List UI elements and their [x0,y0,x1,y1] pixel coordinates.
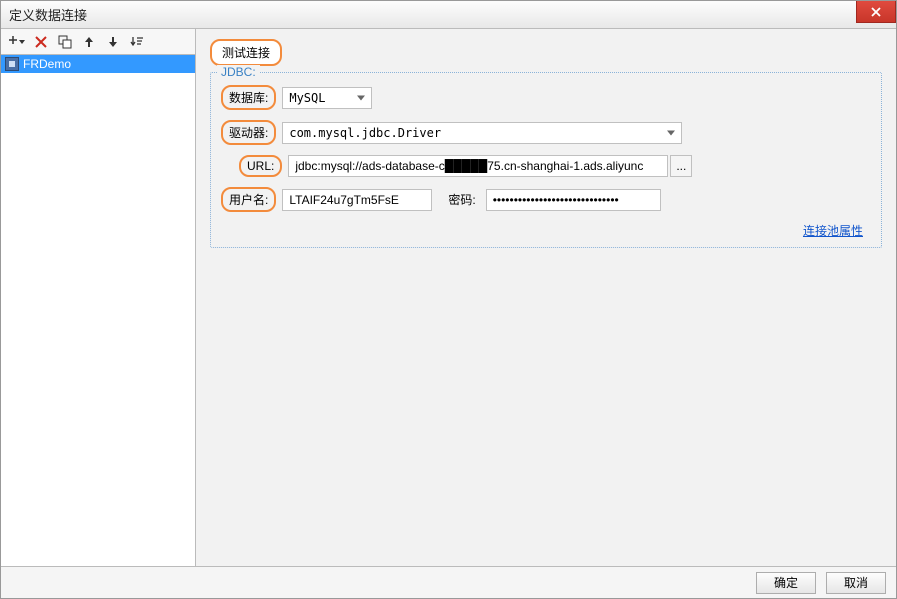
jdbc-panel: JDBC: 数据库: MySQL 驱动器: com.mysql.jdbc.Dri… [210,72,882,248]
close-button[interactable] [856,1,896,23]
add-dropdown-button[interactable] [5,31,29,53]
driver-label: 驱动器: [221,120,276,145]
sort-button[interactable] [125,31,149,53]
move-up-button[interactable] [77,31,101,53]
connection-tree[interactable]: FRDemo [1,55,195,566]
ok-button[interactable]: 确定 [756,572,816,594]
password-label: 密码: [444,189,479,210]
row-pool-link: 连接池属性 [221,222,871,239]
dialog-body: FRDemo 测试连接 JDBC: 数据库: MySQL 驱动器: com.my… [1,29,896,566]
dialog-window: 定义数据连接 [0,0,897,599]
url-more-button[interactable]: ... [670,155,692,177]
driver-value: com.mysql.jdbc.Driver [289,126,441,140]
window-title: 定义数据连接 [9,5,87,24]
jdbc-section-label: JDBC: [217,65,260,79]
dialog-footer: 确定 取消 [1,566,896,598]
row-url: URL: ... [221,155,871,177]
connection-pool-link[interactable]: 连接池属性 [803,224,863,238]
sidebar-toolbar [1,29,195,55]
url-label: URL: [239,155,282,177]
row-database: 数据库: MySQL [221,85,871,110]
database-select[interactable]: MySQL [282,87,372,109]
tree-item-frdemo[interactable]: FRDemo [1,55,195,73]
username-label: 用户名: [221,187,276,212]
delete-button[interactable] [29,31,53,53]
database-label: 数据库: [221,85,276,110]
tree-item-label: FRDemo [23,57,71,71]
driver-select[interactable]: com.mysql.jdbc.Driver [282,122,682,144]
username-input[interactable] [282,189,432,211]
move-down-button[interactable] [101,31,125,53]
row-driver: 驱动器: com.mysql.jdbc.Driver [221,120,871,145]
password-input[interactable] [486,189,661,211]
titlebar: 定义数据连接 [1,1,896,29]
sidebar: FRDemo [1,29,196,566]
row-credentials: 用户名: 密码: [221,187,871,212]
test-connection-button[interactable]: 测试连接 [210,39,282,66]
database-value: MySQL [289,91,325,105]
copy-button[interactable] [53,31,77,53]
main-panel: 测试连接 JDBC: 数据库: MySQL 驱动器: com.mysql.jdb… [196,29,896,566]
datasource-icon [5,57,19,71]
cancel-button[interactable]: 取消 [826,572,886,594]
url-input[interactable] [288,155,668,177]
